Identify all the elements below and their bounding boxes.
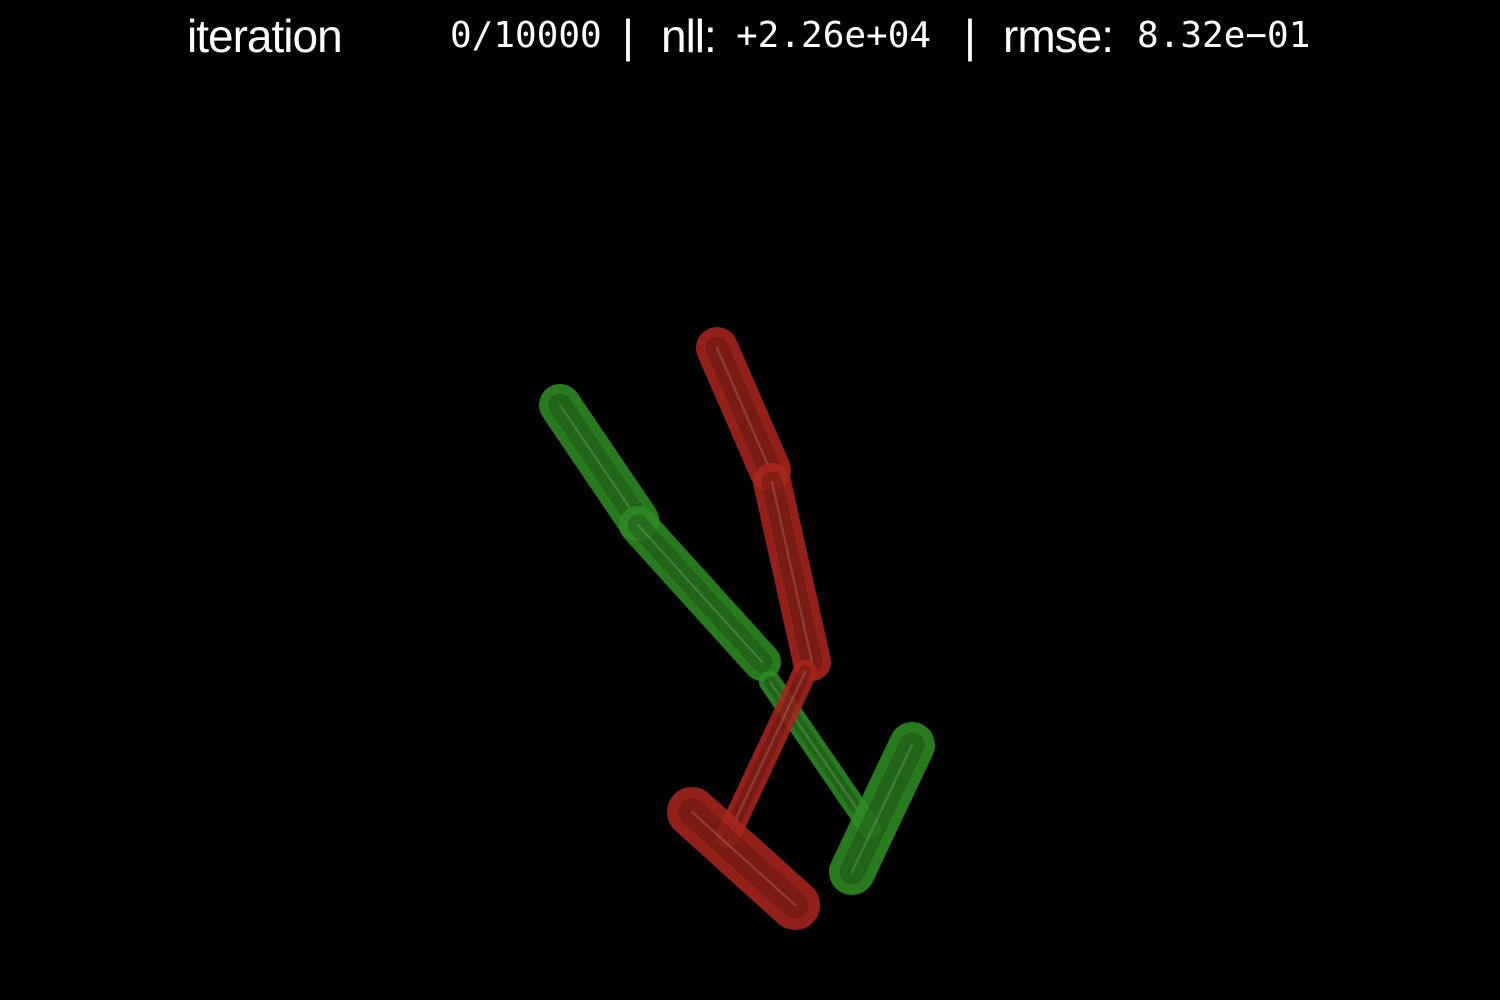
green-bone-4 bbox=[829, 722, 935, 895]
green-bone-1 bbox=[539, 384, 659, 541]
red-bone-4 bbox=[667, 787, 820, 930]
pose-render-canvas bbox=[539, 327, 935, 930]
green-bone-2 bbox=[619, 506, 781, 681]
red-bone-1 bbox=[696, 327, 791, 491]
red-bone-3 bbox=[716, 660, 817, 848]
red-bone-2 bbox=[753, 463, 831, 681]
